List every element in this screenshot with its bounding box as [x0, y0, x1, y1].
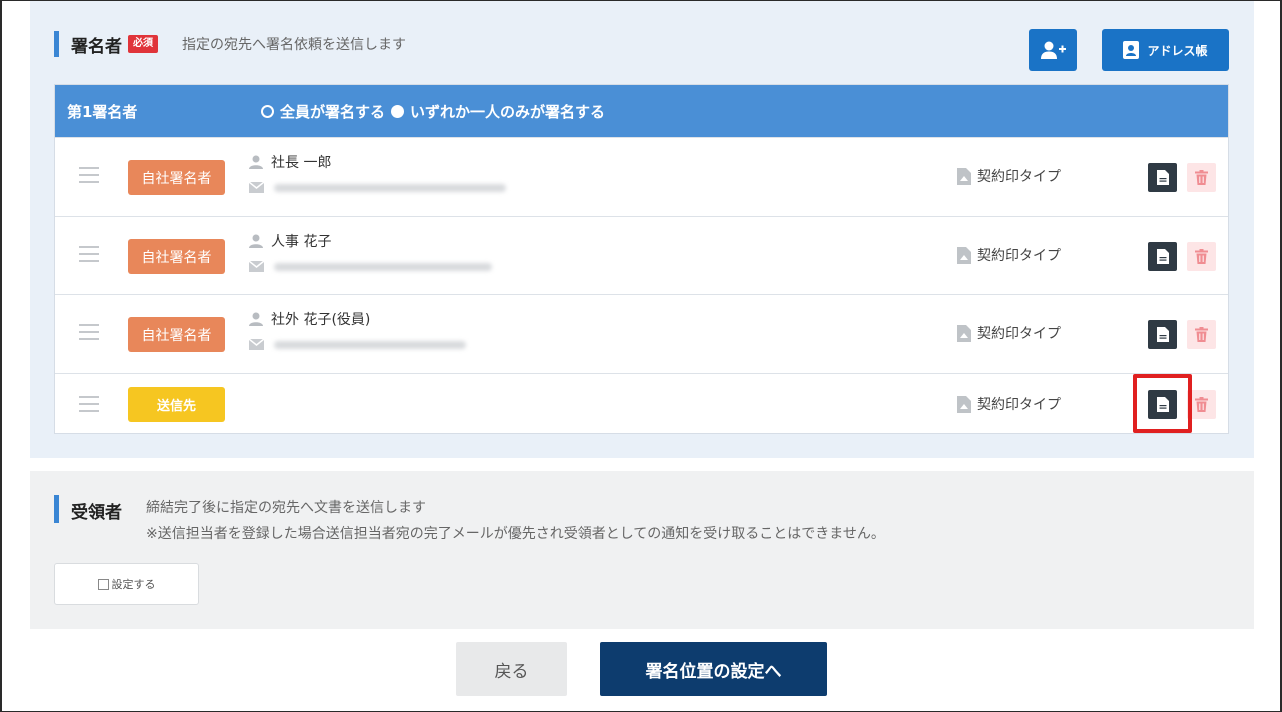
- stamp-file-icon: [957, 395, 971, 413]
- person-icon: [249, 234, 263, 248]
- add-user-icon: [1041, 41, 1066, 59]
- address-book-label: アドレス帳: [1147, 43, 1208, 58]
- mail-icon: [249, 261, 264, 272]
- signer-name: 人事 花子: [249, 231, 331, 251]
- recipient-section: 受領者 締結完了後に指定の宛先へ文書を送信します ※送信担当者を登録した場合送信…: [30, 471, 1254, 629]
- signer-table-header: 第1署名者 全員が署名する いずれか一人のみが署名する: [55, 85, 1228, 137]
- document-button[interactable]: [1148, 320, 1177, 349]
- delete-button[interactable]: [1187, 242, 1216, 271]
- address-book-icon: [1123, 41, 1140, 59]
- recipient-section-title: 受領者: [71, 503, 122, 523]
- document-icon: [1156, 170, 1169, 185]
- signer-name-text: 社長 一郎: [271, 155, 332, 171]
- role-badge[interactable]: 自社署名者: [128, 317, 225, 352]
- document-icon: [1156, 327, 1169, 342]
- stamp-type[interactable]: 契約印タイプ: [957, 166, 1061, 186]
- stamp-file-icon: [957, 324, 971, 342]
- trash-icon: [1195, 170, 1208, 185]
- address-book-button[interactable]: アドレス帳: [1102, 29, 1229, 71]
- signer-name: 社長 一郎: [249, 152, 331, 172]
- signer-section-header: 署名者 必須 指定の宛先へ署名依頼を送信します: [54, 30, 406, 58]
- stamp-type-label: 契約印タイプ: [977, 397, 1061, 413]
- drag-handle-icon[interactable]: [79, 167, 99, 188]
- blurred-email: [274, 262, 492, 271]
- trash-icon: [1195, 249, 1208, 264]
- trash-icon: [1195, 397, 1208, 412]
- stamp-file-icon: [957, 246, 971, 264]
- document-icon: [1156, 249, 1169, 264]
- document-button[interactable]: [1148, 163, 1177, 192]
- delete-button[interactable]: [1187, 320, 1216, 349]
- signer-name-text: 人事 花子: [271, 234, 332, 250]
- role-badge[interactable]: 自社署名者: [128, 239, 225, 274]
- option-one-sign-label: いずれか一人のみが署名する: [410, 102, 606, 121]
- highlight-box: [1133, 374, 1192, 433]
- checkbox-icon[interactable]: [97, 578, 109, 590]
- option-all-sign[interactable]: 全員が署名する: [261, 101, 385, 122]
- mail-icon: [249, 182, 264, 193]
- set-recipient-label: 設定する: [111, 578, 156, 591]
- signer-email: [249, 182, 506, 193]
- table-row: 自社署名者 社長 一郎 契約印タイプ: [55, 137, 1228, 216]
- drag-handle-icon[interactable]: [79, 396, 99, 417]
- stamp-type-label: 契約印タイプ: [977, 326, 1061, 342]
- stamp-file-icon: [957, 167, 971, 185]
- table-row: 自社署名者 人事 花子 契約印タイプ: [55, 216, 1228, 294]
- section-accent-bar: [54, 495, 59, 523]
- stamp-type-label: 契約印タイプ: [977, 169, 1061, 185]
- blurred-email: [274, 183, 506, 192]
- role-badge[interactable]: 自社署名者: [128, 160, 225, 195]
- signer-email: [249, 261, 492, 272]
- stamp-type[interactable]: 契約印タイプ: [957, 394, 1061, 414]
- option-all-sign-label: 全員が署名する: [280, 102, 386, 121]
- drag-handle-icon[interactable]: [79, 324, 99, 345]
- document-button[interactable]: [1148, 242, 1177, 271]
- signer-email: [249, 339, 466, 350]
- person-icon: [249, 155, 263, 169]
- mail-icon: [249, 339, 264, 350]
- required-badge: 必須: [128, 35, 158, 53]
- drag-handle-icon[interactable]: [79, 246, 99, 267]
- person-icon: [249, 312, 263, 326]
- recipient-description-line1: 締結完了後に指定の宛先へ文書を送信します: [146, 500, 426, 516]
- section-accent-bar: [54, 31, 59, 57]
- signer-table: 第1署名者 全員が署名する いずれか一人のみが署名する 自社署名者 社長 一郎: [54, 84, 1229, 434]
- delete-button[interactable]: [1187, 163, 1216, 192]
- signer-name: 社外 花子(役員): [249, 309, 370, 329]
- role-badge[interactable]: 送信先: [128, 387, 225, 422]
- stamp-type[interactable]: 契約印タイプ: [957, 245, 1061, 265]
- radio-empty-icon[interactable]: [261, 104, 274, 118]
- add-signer-button[interactable]: [1029, 29, 1077, 71]
- signature-position-button[interactable]: 署名位置の設定へ: [600, 642, 827, 696]
- signer-section-description: 指定の宛先へ署名依頼を送信します: [182, 37, 406, 53]
- option-one-sign[interactable]: いずれか一人のみが署名する: [391, 101, 605, 122]
- signer-order-title: 第1署名者: [67, 102, 138, 121]
- signer-section-title: 署名者: [71, 36, 122, 57]
- signing-mode-options: 全員が署名する いずれか一人のみが署名する: [261, 101, 611, 122]
- radio-selected-icon[interactable]: [391, 104, 405, 118]
- recipient-description-line2: ※送信担当者を登録した場合送信担当者宛の完了メールが優先され受領者としての通知を…: [146, 526, 885, 542]
- recipient-section-header: 受領者 締結完了後に指定の宛先へ文書を送信します ※送信担当者を登録した場合送信…: [54, 495, 885, 547]
- stamp-type-label: 契約印タイプ: [977, 248, 1061, 264]
- back-button[interactable]: 戻る: [456, 642, 567, 696]
- signer-section: 署名者 必須 指定の宛先へ署名依頼を送信します アドレス帳 第1署名者 全員が署…: [30, 0, 1254, 458]
- blurred-email: [274, 340, 466, 349]
- trash-icon: [1195, 327, 1208, 342]
- set-recipient-button[interactable]: 設定する: [54, 563, 199, 605]
- signer-name-text: 社外 花子(役員): [271, 312, 371, 328]
- recipient-section-description: 締結完了後に指定の宛先へ文書を送信します ※送信担当者を登録した場合送信担当者宛…: [146, 495, 885, 547]
- stamp-type[interactable]: 契約印タイプ: [957, 323, 1061, 343]
- table-row: 自社署名者 社外 花子(役員) 契約印タイプ: [55, 294, 1228, 373]
- table-row: 送信先 契約印タイプ: [55, 373, 1228, 433]
